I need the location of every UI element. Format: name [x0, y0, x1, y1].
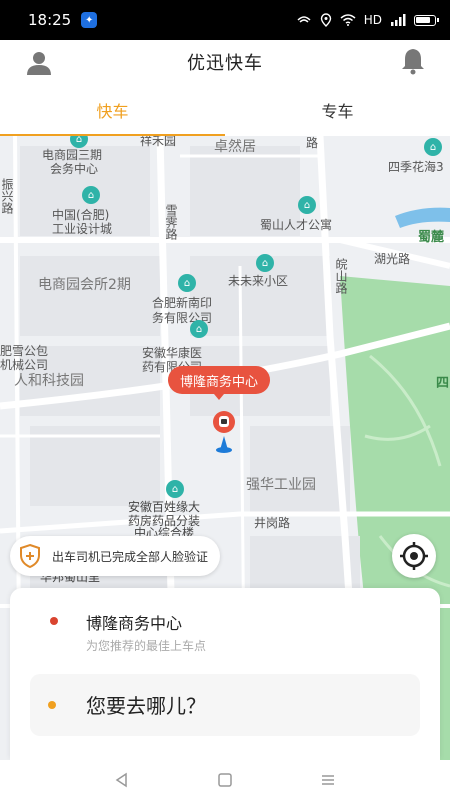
- page-title: 优迅快车: [187, 53, 263, 74]
- profile-button[interactable]: [24, 48, 54, 78]
- pickup-pin-icon[interactable]: [206, 406, 242, 456]
- poi-marker-icon[interactable]: ⌂: [298, 196, 316, 214]
- locate-me-button[interactable]: [392, 534, 436, 578]
- home-icon: [218, 773, 232, 787]
- pickup-row[interactable]: 博隆商务中心 为您推荐的最佳上车点: [10, 604, 440, 654]
- status-icons: HD: [296, 13, 439, 27]
- map-label: 井岗路: [254, 516, 291, 530]
- ride-request-card: 博隆商务中心 为您推荐的最佳上车点 您要去哪儿？: [10, 588, 440, 760]
- map-label: 四季花海3: [388, 160, 444, 174]
- poi-marker-icon[interactable]: ⌂: [256, 254, 274, 272]
- map-label: 会务中心: [50, 162, 99, 176]
- system-nav-bar: [0, 760, 450, 800]
- shield-icon: [20, 543, 40, 569]
- destination-placeholder: 您要去哪儿？: [86, 694, 206, 718]
- map-label: 振兴路: [0, 178, 14, 214]
- map-label: 肥雪公包: [0, 344, 49, 358]
- battery-icon: [414, 14, 439, 26]
- map-label: 强华工业园: [246, 477, 316, 493]
- status-bar: 18:25 ✦ HD: [0, 0, 450, 40]
- back-button[interactable]: [102, 765, 142, 795]
- signal-icon: [391, 14, 406, 26]
- map-label: 机械公司: [0, 358, 49, 372]
- menu-icon: [322, 775, 335, 785]
- recents-button[interactable]: [308, 765, 348, 795]
- map-label: 蜀麓: [418, 230, 445, 245]
- map-label: 雪霁路: [164, 204, 178, 240]
- poi-marker-icon[interactable]: ⌂: [190, 320, 208, 338]
- poi-marker-icon[interactable]: ⌂: [82, 186, 100, 204]
- pickup-bubble-label: 博隆商务中心: [180, 374, 259, 390]
- pickup-bubble[interactable]: 博隆商务中心: [168, 366, 271, 400]
- wifi-icon: [340, 14, 356, 26]
- poi-marker-icon[interactable]: ⌂: [178, 274, 196, 292]
- verify-text: 出车司机已完成全部人脸验证: [52, 549, 209, 564]
- network-type: HD: [363, 13, 382, 27]
- pickup-name: 博隆商务中心: [86, 614, 183, 633]
- map-label: 人和科技园: [14, 373, 84, 389]
- map-label: 卓然居: [214, 139, 256, 155]
- map-label: 蜀山人才公寓: [260, 218, 333, 232]
- poi-marker-icon[interactable]: ⌂: [424, 138, 442, 156]
- poi-marker-icon[interactable]: ⌂: [166, 480, 184, 498]
- service-tabs: 快车 专车: [0, 84, 450, 136]
- map-label: 中国(合肥): [52, 208, 110, 222]
- app-header: 优迅快车: [0, 40, 450, 84]
- crosshair-icon: [400, 542, 428, 570]
- map-label: 安徽百姓缘大: [128, 500, 201, 514]
- map-label: 合肥新南印: [152, 296, 213, 310]
- map-label: 祥禾园: [140, 136, 177, 148]
- map-label: 电商园三期: [42, 148, 103, 162]
- destination-dot-icon: [48, 701, 56, 709]
- map-label: 电商园会所2期: [38, 277, 131, 293]
- destination-input[interactable]: 您要去哪儿？: [30, 674, 420, 736]
- map-label: 未未来小区: [228, 274, 289, 288]
- tab-label: 快车: [96, 102, 129, 121]
- pickup-dot-icon: [50, 617, 58, 625]
- home-button[interactable]: [205, 765, 245, 795]
- map-label: 皖山路: [334, 258, 348, 294]
- map-label: 湖光路: [374, 252, 411, 266]
- tab-express[interactable]: 快车: [0, 84, 225, 136]
- map-label: 安徽华康医: [142, 346, 203, 360]
- user-icon: [27, 52, 51, 75]
- notifications-button[interactable]: [398, 46, 428, 76]
- pickup-hint: 为您推荐的最佳上车点: [86, 639, 207, 653]
- location-icon: [320, 13, 331, 27]
- bell-icon: [402, 49, 424, 75]
- back-icon: [115, 772, 127, 788]
- app-notification-icon: ✦: [81, 12, 98, 28]
- map-label: 四: [436, 376, 450, 391]
- map-label: 路: [306, 136, 319, 150]
- tab-label: 专车: [321, 102, 354, 121]
- driver-verify-notice[interactable]: 出车司机已完成全部人脸验证: [10, 536, 221, 576]
- tab-premium[interactable]: 专车: [225, 84, 450, 136]
- status-time: 18:25: [28, 11, 72, 29]
- nfc-icon: [297, 16, 311, 23]
- map-label: 工业设计城: [52, 222, 113, 236]
